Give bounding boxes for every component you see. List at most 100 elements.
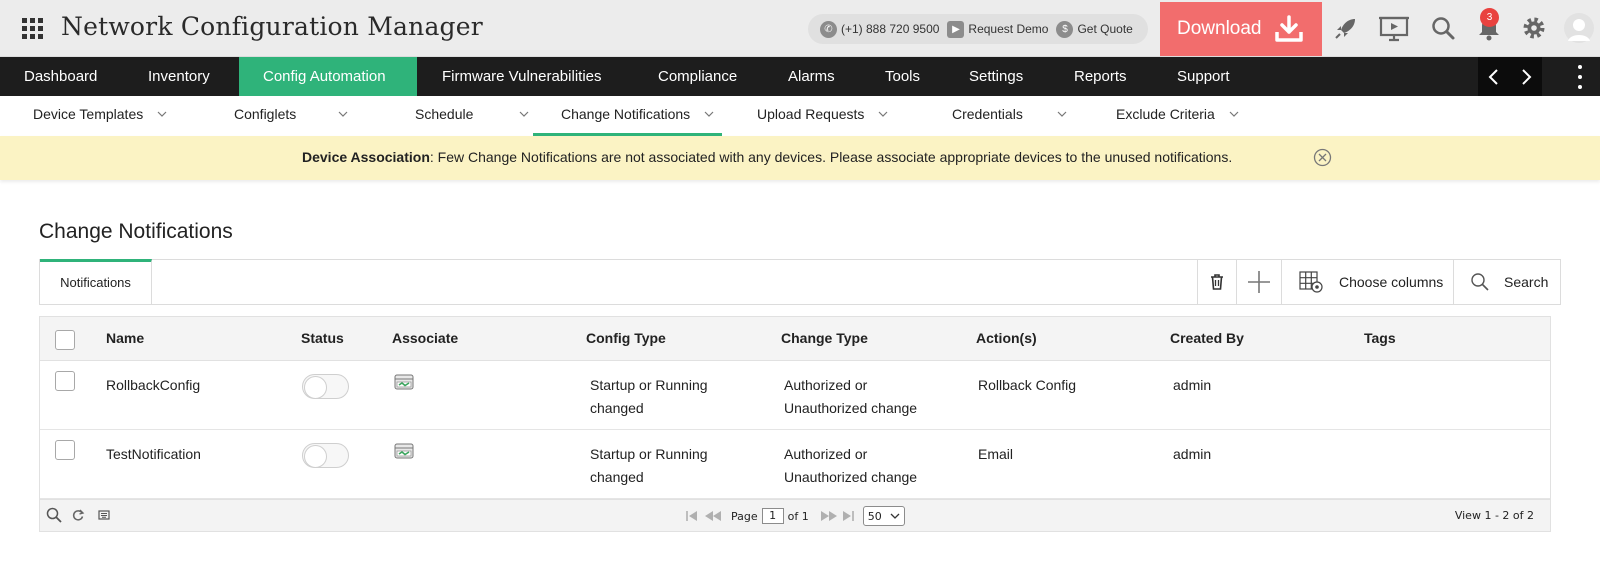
search-button[interactable]: Search: [1453, 260, 1560, 304]
subtab-label: Change Notifications: [561, 106, 691, 122]
banner-title: Device Association: [302, 149, 430, 165]
delete-button[interactable]: [1197, 260, 1236, 304]
nav-compliance[interactable]: Compliance: [658, 57, 737, 96]
row-change-type: Authorized or Unauthorized change: [784, 443, 917, 489]
download-label: Download: [1177, 18, 1262, 39]
get-quote-link[interactable]: $ Get Quote: [1056, 20, 1133, 38]
apps-grid-icon[interactable]: [22, 18, 43, 39]
request-demo-label: Request Demo: [968, 22, 1049, 36]
nav-tools[interactable]: Tools: [885, 57, 920, 96]
chevron-down-icon: [878, 111, 888, 117]
config-type-line-2: changed: [590, 400, 644, 416]
gear-icon[interactable]: [1520, 14, 1548, 42]
status-toggle[interactable]: [302, 443, 349, 468]
search-icon[interactable]: [46, 507, 62, 523]
column-header-created-by[interactable]: Created By: [1170, 330, 1244, 346]
subtab-change-notifications[interactable]: Change Notifications: [533, 96, 722, 136]
previous-page-icon[interactable]: [703, 509, 723, 523]
row-name[interactable]: TestNotification: [106, 443, 201, 466]
trash-icon: [1211, 274, 1223, 290]
choose-columns-button[interactable]: Choose columns: [1281, 260, 1453, 304]
nav-settings[interactable]: Settings: [969, 57, 1023, 96]
row-checkbox[interactable]: [55, 371, 75, 391]
download-button[interactable]: Download: [1160, 2, 1322, 56]
chevron-right-icon[interactable]: [1519, 67, 1533, 87]
change-type-line-2: Unauthorized change: [784, 469, 918, 485]
chevron-left-icon[interactable]: [1487, 67, 1501, 87]
nav-reports[interactable]: Reports: [1074, 57, 1127, 96]
row-config-type: Startup or Running changed: [590, 443, 708, 489]
app-title: Network Configuration Manager: [61, 12, 483, 41]
subtab-label: Credentials: [952, 106, 1023, 122]
first-page-icon[interactable]: [685, 509, 699, 523]
column-header-actions[interactable]: Action(s): [976, 330, 1037, 346]
avatar[interactable]: [1564, 13, 1594, 43]
page-size-select[interactable]: 50: [862, 506, 905, 526]
config-type-line-1: Startup or Running: [590, 446, 708, 462]
subtab-upload-requests[interactable]: Upload Requests: [757, 96, 888, 136]
nav-dashboard[interactable]: Dashboard: [24, 57, 97, 96]
subtab-configlets[interactable]: Configlets: [234, 96, 348, 136]
close-icon[interactable]: [1313, 148, 1332, 167]
subtab-label: Upload Requests: [757, 106, 865, 122]
row-action: Email: [978, 446, 1014, 462]
associate-devices-icon[interactable]: [394, 374, 414, 395]
subtab-label: Schedule: [415, 106, 474, 122]
notifications-table: Name Status Associate Config Type Change…: [39, 316, 1551, 532]
contact-pill: ✆ (+1) 888 720 9500 ▶ Request Demo $ Get…: [808, 14, 1148, 44]
row-change-type: Authorized or Unauthorized change: [784, 374, 917, 420]
view-range-info: View 1 - 2 of 2: [1454, 509, 1534, 522]
rocket-icon[interactable]: [1332, 14, 1360, 42]
sub-nav: Device Templates Configlets Schedule Cha…: [0, 96, 1254, 136]
column-header-associate[interactable]: Associate: [392, 330, 458, 346]
subtab-schedule[interactable]: Schedule: [415, 96, 529, 136]
table-header: Name Status Associate Config Type Change…: [40, 317, 1550, 361]
row-name[interactable]: RollbackConfig: [106, 374, 200, 397]
nav-config-automation[interactable]: Config Automation: [239, 57, 417, 96]
nav-inventory[interactable]: Inventory: [148, 57, 210, 96]
status-toggle[interactable]: [302, 374, 349, 399]
column-header-name[interactable]: Name: [106, 330, 144, 346]
request-demo-link[interactable]: ▶ Request Demo: [947, 20, 1049, 38]
subtab-device-templates[interactable]: Device Templates: [33, 96, 167, 136]
add-button[interactable]: [1236, 260, 1281, 304]
change-type-line-1: Authorized or: [784, 377, 868, 393]
subtab-exclude-criteria[interactable]: Exclude Criteria: [1116, 96, 1239, 136]
nav-firmware-vulnerabilities[interactable]: Firmware Vulnerabilities: [442, 57, 602, 96]
last-page-icon[interactable]: [841, 509, 855, 523]
grid-toolbar: Notifications Choose columns Search: [39, 259, 1561, 305]
chevron-down-icon: [1057, 111, 1067, 117]
config-type-line-2: changed: [590, 469, 644, 485]
page-number-input[interactable]: 1: [761, 508, 784, 524]
page-size-value: 50: [867, 509, 882, 523]
column-header-status[interactable]: Status: [301, 330, 344, 346]
dollar-icon: $: [1056, 20, 1074, 38]
column-header-config-type[interactable]: Config Type: [586, 330, 666, 346]
presentation-icon[interactable]: [1378, 14, 1410, 42]
phone-link[interactable]: ✆ (+1) 888 720 9500: [820, 20, 940, 38]
nav-alarms[interactable]: Alarms: [788, 57, 835, 96]
search-icon[interactable]: [1429, 14, 1457, 42]
banner-text: : Few Change Notifications are not assoc…: [429, 149, 1233, 165]
choose-columns-label: Choose columns: [1339, 274, 1444, 290]
row-action: Rollback Config: [978, 377, 1077, 393]
plus-icon: [1248, 271, 1270, 293]
column-header-tags[interactable]: Tags: [1364, 330, 1396, 346]
column-header-change-type[interactable]: Change Type: [781, 330, 868, 346]
subtab-credentials[interactable]: Credentials: [952, 96, 1067, 136]
more-menu-icon[interactable]: [1576, 65, 1584, 89]
row-config-type: Startup or Running changed: [590, 374, 708, 420]
row-created-by: admin: [1173, 446, 1212, 462]
associate-devices-icon[interactable]: [394, 443, 414, 464]
nav-support[interactable]: Support: [1177, 57, 1230, 96]
keyboard-icon[interactable]: [98, 509, 110, 521]
select-all-checkbox[interactable]: [55, 330, 75, 350]
table-footer: Page 1 of 1 50 View 1 - 2 of 2: [40, 499, 1550, 531]
next-page-icon[interactable]: [819, 509, 839, 523]
tab-notifications[interactable]: Notifications: [40, 259, 152, 305]
table-row: TestNotification Startup or Running chan…: [40, 430, 1550, 499]
row-checkbox[interactable]: [55, 440, 75, 460]
phone-number: (+1) 888 720 9500: [841, 22, 940, 36]
config-type-line-1: Startup or Running: [590, 377, 708, 393]
refresh-icon[interactable]: [71, 508, 85, 522]
